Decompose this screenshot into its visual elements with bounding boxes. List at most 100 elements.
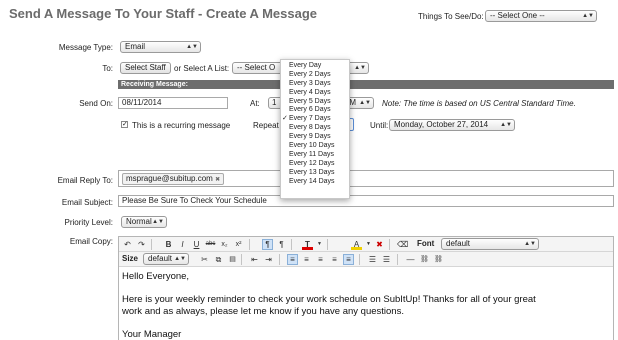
chevron-down-icon[interactable]: ▼ <box>314 239 325 250</box>
message-type-label: Message Type: <box>58 43 113 52</box>
repeat-dropdown-menu: Every Day Every 2 Days Every 3 Days Every 4… <box>280 59 350 199</box>
reply-to-field[interactable]: msprague@subitup.com ✖ <box>118 170 614 187</box>
chevron-down-icon: ▲▼ <box>582 13 594 19</box>
align-justify-icon[interactable]: ≡ <box>329 254 340 265</box>
list-select-value: -- Select O <box>237 63 276 72</box>
or-select-list-label: or Select A List: <box>174 64 230 73</box>
remove-icon[interactable]: ✖ <box>215 177 220 183</box>
cut-icon[interactable]: ✂ <box>199 254 210 265</box>
message-type-select[interactable]: Email ▲▼ <box>120 41 201 53</box>
repeat-option-label: Every 8 Days <box>289 124 331 132</box>
reply-to-label: Email Reply To: <box>57 176 113 185</box>
priority-label: Priority Level: <box>64 218 113 227</box>
horizontal-rule-icon[interactable]: — <box>405 254 416 265</box>
subject-field[interactable]: Please Be Sure To Check Your Schedule <box>118 195 614 207</box>
repeat-option-label: Every 11 Days <box>289 150 334 158</box>
select-staff-button[interactable]: Select Staff <box>120 62 171 74</box>
superscript-icon[interactable]: x² <box>233 239 244 250</box>
repeat-option-label: Every 9 Days <box>289 133 331 141</box>
font-select-value: default <box>446 239 471 248</box>
align-left-icon[interactable]: ≡ <box>287 254 298 265</box>
toolbar-divider <box>279 254 280 265</box>
underline-icon[interactable]: U <box>191 239 202 250</box>
repeat-option-label: Every 3 Days <box>289 79 331 87</box>
until-select[interactable]: Monday, October 27, 2014 ▲▼ <box>389 119 515 131</box>
recurring-checkbox[interactable]: ✓ <box>121 121 128 128</box>
email-copy-label: Email Copy: <box>69 237 113 246</box>
size-select[interactable]: default ▲▼ <box>143 253 189 265</box>
reply-to-token: msprague@subitup.com ✖ <box>122 173 225 185</box>
body-blank-line <box>122 283 610 295</box>
recurring-label: This is a recurring message <box>132 121 231 130</box>
redo-icon[interactable]: ↷ <box>136 239 147 250</box>
repeat-option[interactable]: Every 3 Days <box>281 80 349 89</box>
repeat-option[interactable]: Every 9 Days <box>281 133 349 142</box>
send-on-date-field[interactable]: 08/11/2014 <box>118 97 228 109</box>
repeat-option-label: Every 2 Days <box>289 70 331 78</box>
text-color-icon[interactable]: T <box>302 239 313 250</box>
email-copy-editor[interactable]: ↶ ↷ B I U abc x₂ x² ¶ ¶ T ▼ A ▼ ✖ ⌫ Font… <box>118 236 614 340</box>
remove-format-icon[interactable]: ✖ <box>374 239 385 250</box>
repeat-option[interactable]: Every 2 Days <box>281 71 349 80</box>
timezone-note: Note: The time is based on US Central St… <box>382 99 576 108</box>
toolbar-divider <box>327 239 328 250</box>
unordered-list-icon[interactable]: ☰ <box>381 254 392 265</box>
chevron-down-icon: ▲▼ <box>186 44 198 50</box>
toolbar-divider <box>291 239 292 250</box>
editor-toolbar-row-2: Size default ▲▼ ✂ ⧉ ▤ ⇤ ⇥ ≡ ≡ ≡ ≡ ≡ ☰ ☰ —… <box>119 252 613 267</box>
at-label: At: <box>250 99 260 108</box>
align-center-icon[interactable]: ≡ <box>301 254 312 265</box>
repeat-option[interactable]: Every 6 Days <box>281 106 349 115</box>
eraser-icon[interactable]: ⌫ <box>397 239 408 250</box>
paste-icon[interactable]: ▤ <box>227 254 238 265</box>
repeat-option[interactable]: Every 11 Days <box>281 151 349 160</box>
size-select-value: default <box>148 254 173 263</box>
indent-icon[interactable]: ⇥ <box>263 254 274 265</box>
highlight-color-icon[interactable]: A <box>351 239 362 250</box>
undo-icon[interactable]: ↶ <box>122 239 133 250</box>
repeat-option-label: Every 4 Days <box>289 88 331 96</box>
ltr-icon[interactable]: ¶ <box>262 239 273 250</box>
repeat-option[interactable]: ✓ Every 7 Days <box>281 115 349 124</box>
justify-full-icon[interactable]: ≡ <box>343 254 354 265</box>
outdent-icon[interactable]: ⇤ <box>249 254 260 265</box>
repeat-option[interactable]: Every 5 Days <box>281 98 349 107</box>
checkmark-icon: ✓ <box>282 115 288 123</box>
repeat-option-label: Every 10 Days <box>289 142 335 150</box>
toolbar-divider <box>249 239 250 250</box>
chevron-down-icon: ▲▼ <box>359 100 371 106</box>
repeat-option[interactable]: Every 4 Days <box>281 89 349 98</box>
chevron-down-icon: ▲▼ <box>354 65 366 71</box>
link-icon[interactable]: ⛓ <box>419 254 430 265</box>
repeat-option[interactable]: Every 10 Days <box>281 142 349 151</box>
things-label: Things To See/Do: <box>418 12 484 21</box>
font-select[interactable]: default ▲▼ <box>441 238 539 250</box>
message-type-value: Email <box>125 42 146 51</box>
things-select[interactable]: -- Select One -- ▲▼ <box>485 10 597 22</box>
subscript-icon[interactable]: x₂ <box>219 239 230 250</box>
chevron-down-icon: ▲▼ <box>174 256 186 262</box>
repeat-option[interactable]: Every 8 Days <box>281 124 349 133</box>
repeat-option[interactable]: Every 12 Days <box>281 160 349 169</box>
chevron-down-icon[interactable]: ▼ <box>363 239 374 250</box>
align-right-icon[interactable]: ≡ <box>315 254 326 265</box>
email-body[interactable]: Hello Everyone, Here is your weekly remi… <box>119 267 613 340</box>
repeat-option[interactable]: Every Day <box>281 62 349 71</box>
toolbar-divider <box>151 239 152 250</box>
bold-icon[interactable]: B <box>163 239 174 250</box>
unlink-icon[interactable]: ⛓ <box>433 254 444 265</box>
repeat-option[interactable]: Every 13 Days <box>281 169 349 178</box>
send-on-label: Send On: <box>79 99 113 108</box>
ordered-list-icon[interactable]: ☰ <box>367 254 378 265</box>
rtl-icon[interactable]: ¶ <box>276 239 287 250</box>
body-line: work and as always, please let me know i… <box>122 305 404 317</box>
copy-icon[interactable]: ⧉ <box>213 254 224 265</box>
reply-to-token-text: msprague@subitup.com <box>126 174 213 183</box>
italic-icon[interactable]: I <box>177 239 188 250</box>
repeat-option[interactable]: Every 14 Days <box>281 178 349 187</box>
priority-select[interactable]: Normal ▲▼ <box>121 216 167 228</box>
repeat-option-label: Every 5 Days <box>289 97 331 105</box>
repeat-option-label: Every 7 Days <box>289 115 331 123</box>
strikethrough-icon[interactable]: abc <box>205 239 216 250</box>
repeat-option-label: Every 12 Days <box>289 159 335 167</box>
